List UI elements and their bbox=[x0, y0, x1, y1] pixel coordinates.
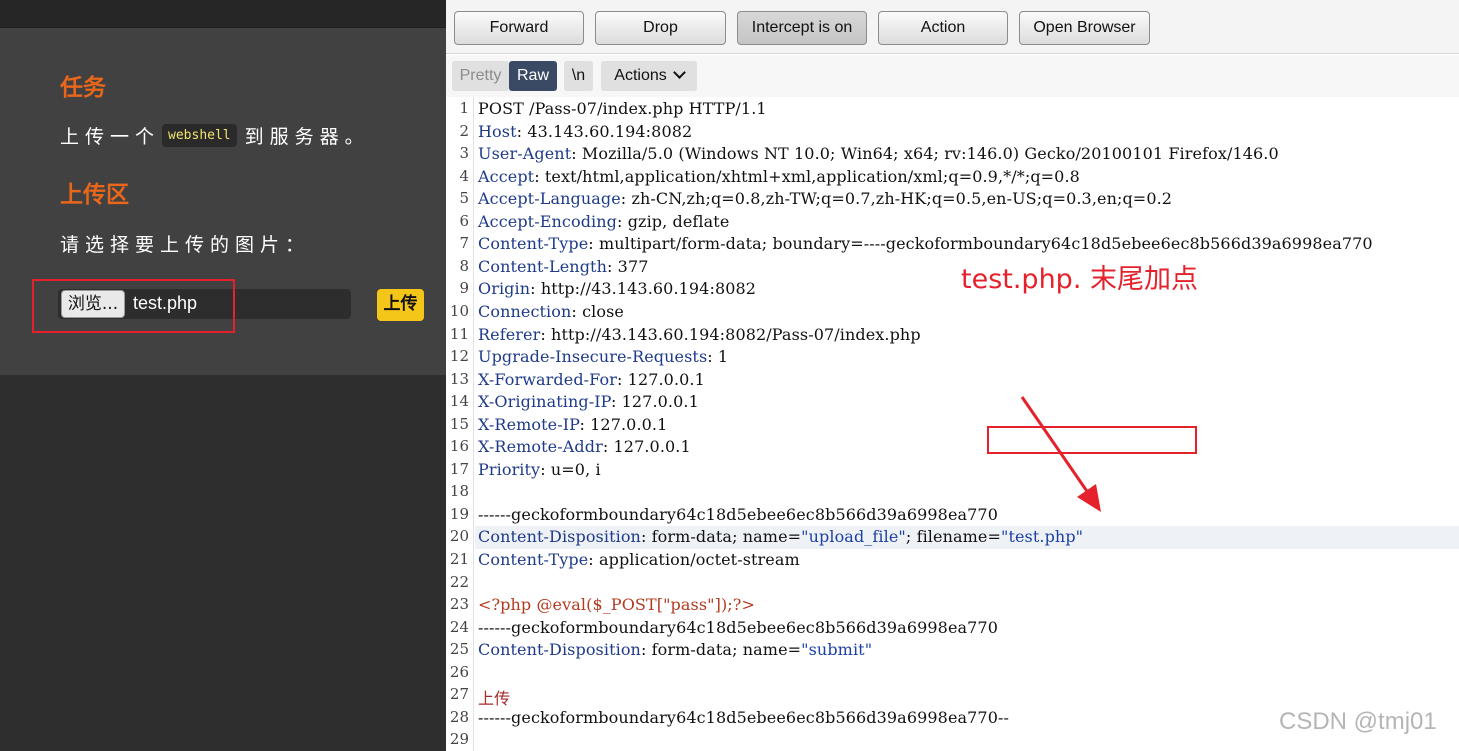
annotation-arrow-icon bbox=[1020, 396, 1101, 512]
webshell-code: webshell bbox=[162, 124, 237, 147]
task-prefix: 上传一个 bbox=[60, 126, 161, 148]
task-description: 上传一个 webshell 到服务器。 bbox=[60, 122, 370, 149]
watermark: CSDN @tmj01 bbox=[1279, 708, 1437, 735]
burp-intercept-panel: Forward Drop Intercept is on Action Open… bbox=[446, 0, 1459, 751]
browser-top-bar bbox=[0, 0, 446, 28]
task-suffix: 到服务器。 bbox=[244, 126, 370, 148]
file-highlight-box bbox=[32, 279, 235, 333]
task-heading: 任务 bbox=[60, 75, 106, 101]
upload-page: 任务 上传一个 webshell 到服务器。 上传区 请选择要上传的图片： 浏览… bbox=[0, 0, 446, 751]
page-lower-area bbox=[0, 375, 446, 751]
upload-area-heading: 上传区 bbox=[60, 182, 129, 208]
choose-image-label: 请选择要上传的图片： bbox=[60, 234, 311, 256]
upload-button[interactable]: 上传 bbox=[377, 289, 424, 321]
